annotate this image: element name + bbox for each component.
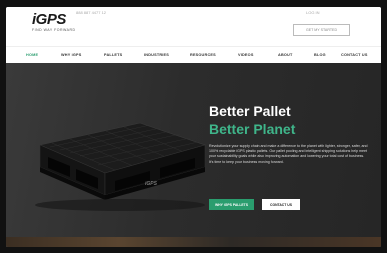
nav-item-resources[interactable]: RESOURCES	[190, 53, 216, 57]
nav-item-about[interactable]: ABOUT	[278, 53, 293, 57]
login-link[interactable]: LOG IN	[306, 10, 320, 15]
hero-title-line1: Better Pallet	[209, 103, 291, 119]
hero-title-line2: Better Planet	[209, 121, 296, 137]
hero-description: Revolutionize your supply chain and make…	[209, 144, 368, 164]
nav-item-contact-us[interactable]: CONTACT US	[341, 53, 368, 57]
hero-bottom-strip	[6, 237, 381, 247]
pallet-logo: iGPS	[145, 181, 158, 187]
pallet-image: iGPS	[35, 122, 207, 211]
nav-item-why-igps[interactable]: WHY iGPS	[61, 53, 82, 57]
phone-number[interactable]: 888 887 4477 12	[76, 10, 106, 15]
get-started-button[interactable]: GET MY STARTED	[293, 24, 350, 36]
why-igps-pallets-button[interactable]: WHY iGPS PALLETS	[209, 199, 254, 210]
nav-item-blog[interactable]: BLOG	[314, 53, 326, 57]
logo-tagline: FIND WAY FORWARD	[32, 28, 76, 32]
nav-item-home[interactable]: HOME	[26, 53, 38, 57]
monitor-frame: 888 887 4477 12 LOG IN iGPS FIND WAY FOR…	[0, 0, 387, 253]
main-nav: HOME WHY iGPS PALLETS INDUSTRIES RESOURC…	[6, 46, 381, 63]
hero-section: iGPS Better Pallet Better Planet Revolut…	[6, 63, 381, 247]
logo-wordmark: iGPS	[32, 11, 66, 28]
browser-viewport: 888 887 4477 12 LOG IN iGPS FIND WAY FOR…	[6, 7, 381, 247]
nav-item-videos[interactable]: VIDEOS	[238, 53, 254, 57]
nav-item-industries[interactable]: INDUSTRIES	[144, 53, 169, 57]
contact-us-button[interactable]: CONTACT US	[262, 199, 300, 210]
site-logo[interactable]: iGPS FIND WAY FORWARD	[32, 12, 76, 32]
site-header: 888 887 4477 12 LOG IN iGPS FIND WAY FOR…	[6, 7, 381, 46]
nav-item-pallets[interactable]: PALLETS	[104, 53, 122, 57]
